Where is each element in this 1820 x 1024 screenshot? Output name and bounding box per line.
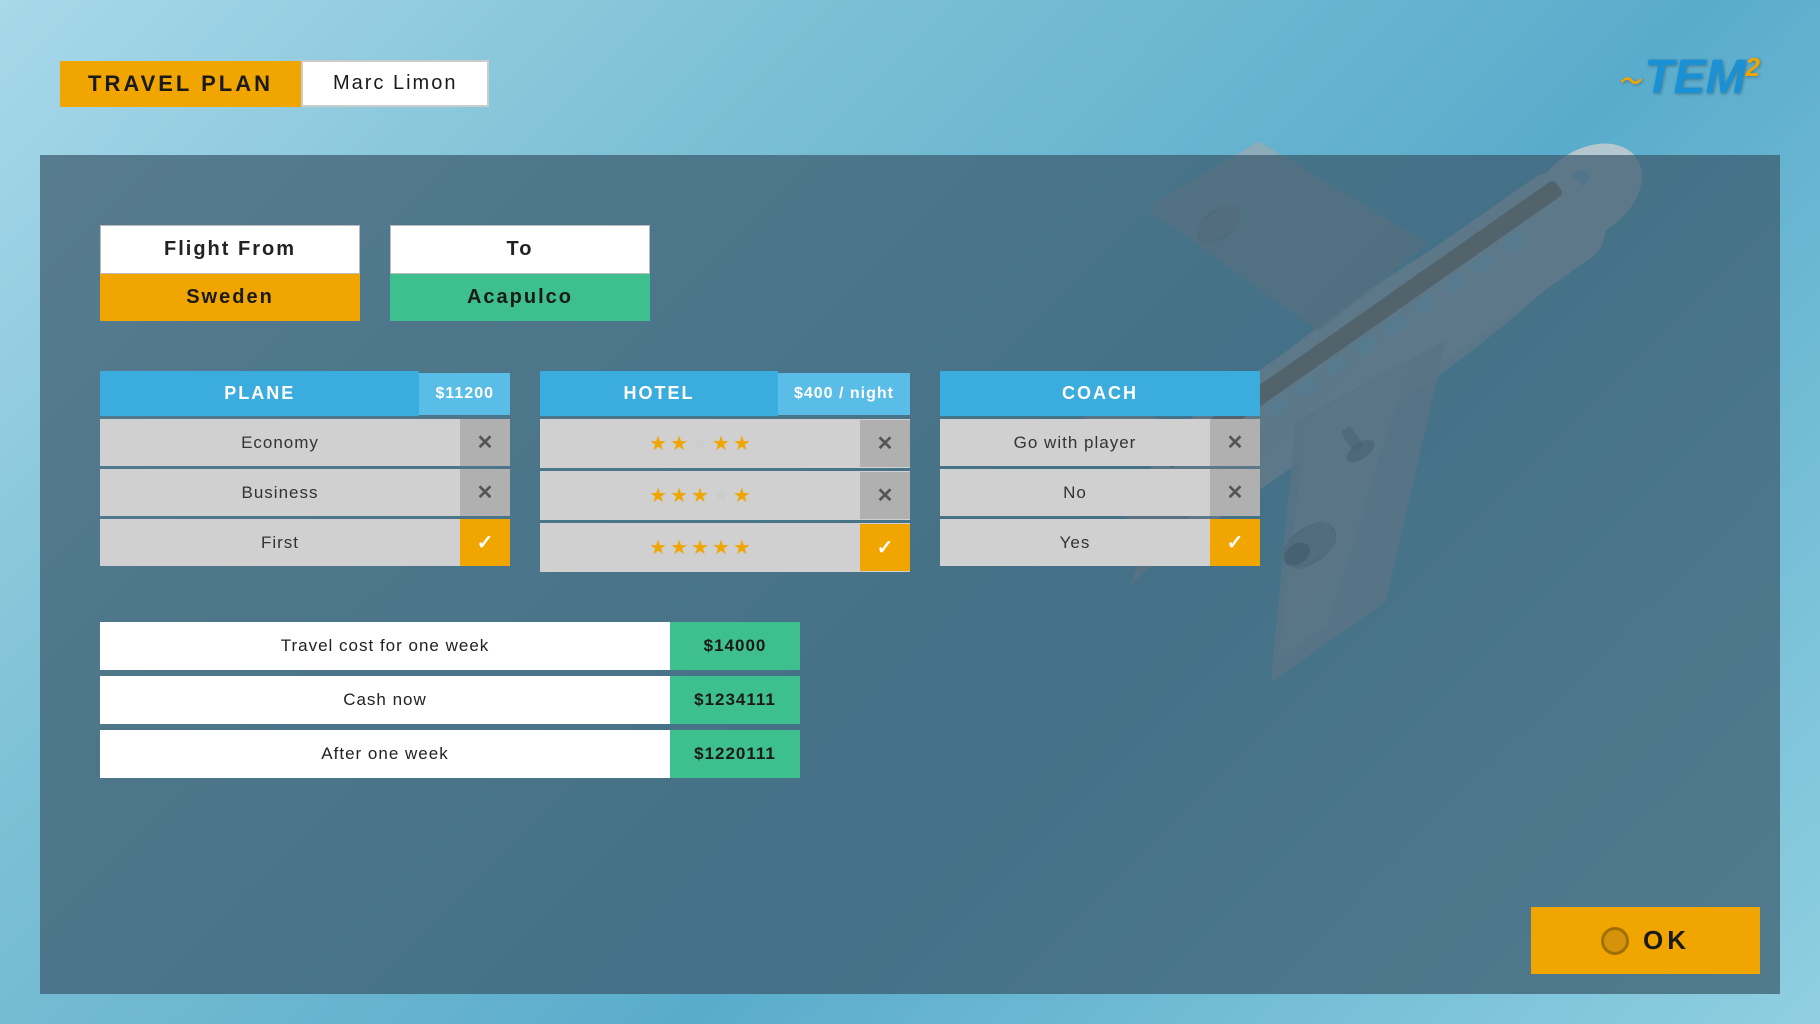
hotel-header-label: HOTEL (540, 371, 778, 416)
plane-row-first[interactable]: First (100, 519, 510, 566)
hotel-price: $400 / night (778, 373, 910, 415)
first-label: First (100, 521, 460, 565)
go-with-player-check[interactable] (1210, 419, 1260, 466)
star-3-2: ★ (670, 535, 688, 560)
economy-label: Economy (100, 421, 460, 465)
options-section: PLANE $11200 Economy Business First HOTE… (100, 371, 1720, 572)
logo-swoosh: 〜TEM2 (1618, 50, 1760, 105)
after-week-value: $1220111 (670, 730, 800, 778)
yes-check[interactable] (1210, 519, 1260, 566)
star-3-1: ★ (649, 535, 667, 560)
hotel-check-3[interactable] (860, 524, 910, 571)
economy-check[interactable] (460, 419, 510, 466)
star-3-3: ★ (691, 535, 709, 560)
star-1-1: ★ (649, 431, 667, 456)
star-3-4: ★ (712, 535, 730, 560)
first-check[interactable] (460, 519, 510, 566)
business-check[interactable] (460, 469, 510, 516)
flight-to-value: Acapulco (390, 274, 650, 321)
player-name: Marc Limon (301, 60, 489, 107)
plane-row-business[interactable]: Business (100, 469, 510, 516)
logo-curve: 〜 (1618, 69, 1640, 94)
business-label: Business (100, 471, 460, 515)
hotel-check-2[interactable] (860, 472, 910, 519)
star-3-5: ★ (733, 535, 751, 560)
cash-now-value: $1234111 (670, 676, 800, 724)
cost-section: Travel cost for one week $14000 Cash now… (100, 622, 800, 778)
flight-section: Flight From Sweden To Acapulco (100, 225, 1720, 321)
travel-plan-label: TRAVEL PLAN (60, 61, 301, 107)
ok-button[interactable]: OK (1531, 907, 1760, 974)
hotel-column: HOTEL $400 / night ★ ★ ★ ★ ★ ★ ★ ★ (540, 371, 910, 572)
plane-column: PLANE $11200 Economy Business First (100, 371, 510, 572)
logo-superscript: 2 (1746, 52, 1760, 82)
cash-now-label: Cash now (100, 676, 670, 724)
hotel-row-2[interactable]: ★ ★ ★ ★ ★ (540, 471, 910, 520)
flight-to-box: To Acapulco (390, 225, 650, 321)
star-1-4: ★ (712, 431, 730, 456)
flight-from-box: Flight From Sweden (100, 225, 360, 321)
star-2-1: ★ (649, 483, 667, 508)
hotel-row-3[interactable]: ★ ★ ★ ★ ★ (540, 523, 910, 572)
cash-now-row: Cash now $1234111 (100, 676, 800, 724)
travel-cost-row: Travel cost for one week $14000 (100, 622, 800, 670)
plane-price: $11200 (419, 373, 510, 415)
header: TRAVEL PLAN Marc Limon (60, 60, 489, 107)
coach-header-row: COACH (940, 371, 1260, 416)
star-2-3: ★ (691, 483, 709, 508)
star-1-3: ★ (691, 431, 709, 456)
ok-label: OK (1643, 925, 1690, 956)
plane-header-label: PLANE (100, 371, 419, 416)
yes-label: Yes (940, 521, 1210, 565)
no-check[interactable] (1210, 469, 1260, 516)
logo: 〜TEM2 (1618, 50, 1760, 105)
coach-row-no[interactable]: No (940, 469, 1260, 516)
hotel-stars-2: ★ ★ ★ ★ ★ (540, 471, 860, 520)
coach-header-label: COACH (940, 371, 1260, 416)
travel-cost-value: $14000 (670, 622, 800, 670)
hotel-stars-3: ★ ★ ★ ★ ★ (540, 523, 860, 572)
after-week-label: After one week (100, 730, 670, 778)
main-panel: Flight From Sweden To Acapulco PLANE $11… (40, 155, 1780, 994)
star-2-5: ★ (733, 483, 751, 508)
coach-row-go-with-player[interactable]: Go with player (940, 419, 1260, 466)
coin-icon (1601, 927, 1629, 955)
star-1-2: ★ (670, 431, 688, 456)
coach-column: COACH Go with player No Yes (940, 371, 1260, 572)
flight-from-label: Flight From (100, 225, 360, 274)
star-1-5: ★ (733, 431, 751, 456)
go-with-player-label: Go with player (940, 421, 1210, 465)
flight-to-label: To (390, 225, 650, 274)
plane-header-row: PLANE $11200 (100, 371, 510, 416)
coach-row-yes[interactable]: Yes (940, 519, 1260, 566)
plane-row-economy[interactable]: Economy (100, 419, 510, 466)
hotel-check-1[interactable] (860, 420, 910, 467)
star-2-2: ★ (670, 483, 688, 508)
star-2-4: ★ (712, 483, 730, 508)
after-week-row: After one week $1220111 (100, 730, 800, 778)
hotel-header-row: HOTEL $400 / night (540, 371, 910, 416)
hotel-stars-1: ★ ★ ★ ★ ★ (540, 419, 860, 468)
travel-cost-label: Travel cost for one week (100, 622, 670, 670)
hotel-row-1[interactable]: ★ ★ ★ ★ ★ (540, 419, 910, 468)
no-label: No (940, 471, 1210, 515)
flight-from-value: Sweden (100, 274, 360, 321)
